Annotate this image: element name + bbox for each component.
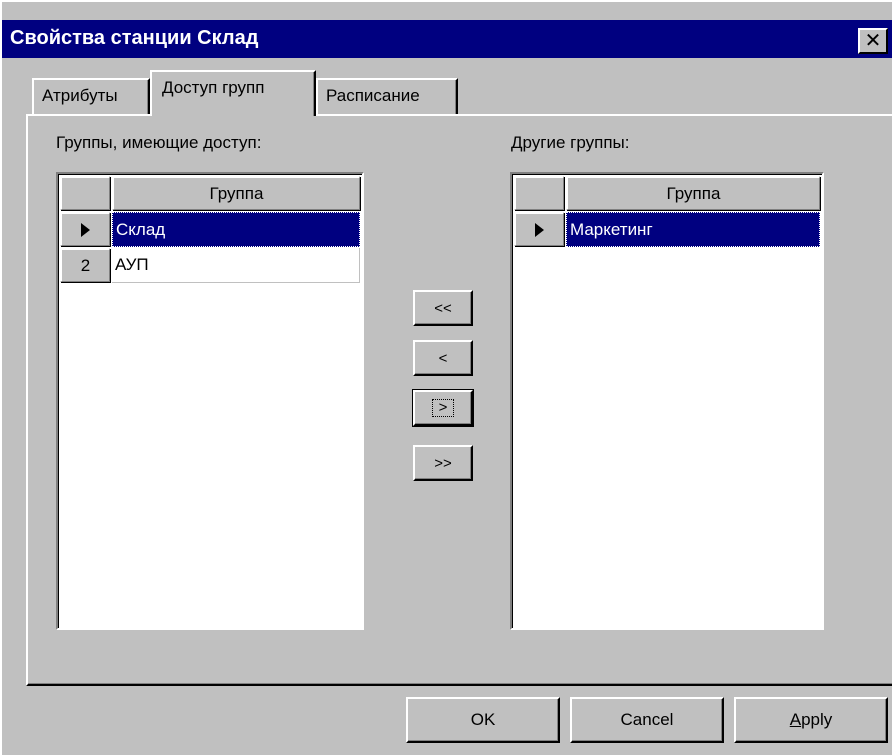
tab-label: Доступ групп [162,78,265,97]
tab-attributes[interactable]: Атрибуты [32,78,150,114]
apply-button[interactable]: Apply [734,697,888,743]
tab-label: Расписание [326,86,420,105]
close-icon: ✕ [864,30,882,52]
tab-label: Атрибуты [42,86,118,105]
access-groups-grid[interactable]: Группа Склад 2 АУП [56,172,364,630]
ok-button[interactable]: OK [406,697,560,743]
tab-group-access[interactable]: Доступ групп [150,70,316,116]
move-left-button[interactable]: < [413,340,473,376]
row-number: 2 [60,248,110,282]
close-button[interactable]: ✕ [858,28,888,54]
apply-label: pply [801,710,833,729]
table-row[interactable]: АУП [112,248,360,283]
grid-corner-cell [514,176,564,210]
groups-with-access-label: Группы, имеющие доступ: [56,133,262,152]
row-indicator [60,212,110,246]
other-groups-grid[interactable]: Группа Маркетинг [510,172,824,630]
selected-row-arrow-icon [81,222,90,237]
group-column-header[interactable]: Группа [566,176,820,210]
move-all-left-button[interactable]: << [413,290,473,326]
row-indicator [514,212,564,246]
move-right-button[interactable]: > [412,389,474,427]
table-row-selected[interactable]: Маркетинг [566,212,820,247]
window-title: Свойства станции Склад [10,27,259,49]
move-right-label: > [431,399,455,417]
apply-mnemonic: A [789,710,802,729]
group-column-header[interactable]: Группа [112,176,360,210]
grid-corner-cell [60,176,110,210]
table-row-selected[interactable]: Склад [112,212,360,247]
tab-schedule[interactable]: Расписание [316,78,458,114]
move-all-right-button[interactable]: >> [413,445,473,481]
cancel-button[interactable]: Cancel [570,697,724,743]
other-groups-label: Другие группы: [511,133,630,152]
selected-row-arrow-icon [535,222,544,237]
